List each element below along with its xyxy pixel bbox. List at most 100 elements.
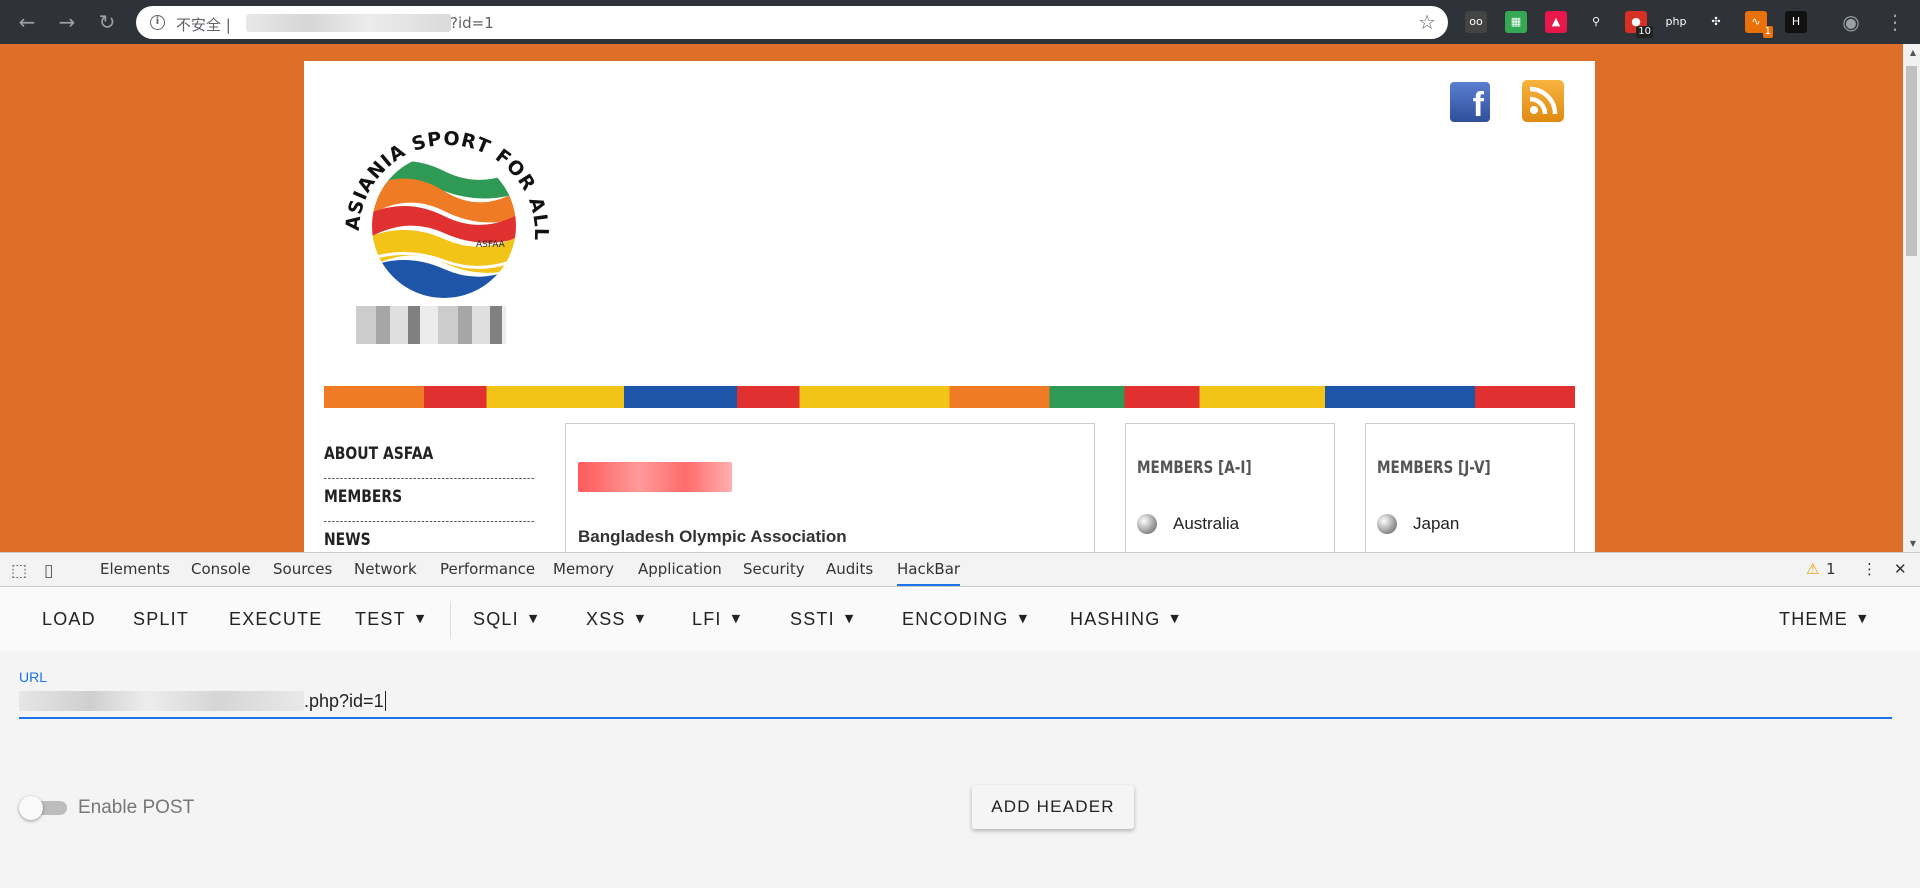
members-j-v-title: MEMBERS [J-V]	[1377, 458, 1491, 478]
tab-sources[interactable]: Sources	[273, 553, 332, 586]
member-australia-link[interactable]: Australia	[1173, 514, 1239, 534]
extension-proxy-icon[interactable]: ∿ 1	[1745, 11, 1773, 38]
caret-down-icon: ▼	[844, 612, 855, 625]
extension-cookie-icon[interactable]: ● 10	[1625, 11, 1653, 38]
tab-application[interactable]: Application	[638, 553, 722, 586]
globe-icon	[1137, 514, 1157, 534]
page-scrollbar[interactable]: ▲ ▼	[1903, 44, 1920, 552]
bookmark-star-icon[interactable]: ☆	[1418, 10, 1436, 34]
device-toggle-icon[interactable]: ▯	[44, 561, 53, 581]
nav-news-link[interactable]: NEWS	[324, 522, 534, 552]
members-j-v-panel: MEMBERS [J-V] Japan	[1365, 423, 1575, 552]
toggle-knob[interactable]	[19, 796, 43, 820]
caret-down-icon: ▼	[1018, 612, 1029, 625]
devtools-tabbar: ⬚ ▯ Elements Console Sources Network Perform…	[0, 553, 1920, 587]
execute-button[interactable]: EXECUTE	[229, 609, 322, 630]
rss-icon[interactable]	[1522, 80, 1564, 122]
info-icon[interactable]: i	[150, 15, 165, 30]
url-value-text[interactable]: .php?id=1	[304, 691, 386, 712]
theme-menu-button[interactable]: THEME ▼	[1779, 609, 1868, 630]
test-menu-label: TEST	[355, 609, 406, 629]
caret-down-icon: ▼	[635, 612, 646, 625]
sqli-menu-button[interactable]: SQLI ▼	[473, 609, 539, 630]
text-cursor	[384, 691, 386, 711]
enable-post-label[interactable]: Enable POST	[78, 797, 194, 819]
warning-icon[interactable]: ⚠	[1806, 553, 1819, 586]
browser-toolbar: ← → ↻ i 不安全 | ?id=1 ☆ oo ▦ ▲ ⚲ ● 10 php ✣ ∿ 1 H ◉ …	[0, 0, 1920, 44]
url-input[interactable]: .php?id=1	[19, 687, 1892, 719]
devtools-menu-icon[interactable]: ⋮	[1862, 553, 1877, 586]
extension-php-icon[interactable]: php	[1665, 11, 1687, 33]
news-title-redacted	[578, 462, 732, 492]
caret-down-icon: ▼	[1170, 612, 1181, 625]
encoding-menu-label: ENCODING	[902, 609, 1009, 629]
caret-down-icon: ▼	[1858, 612, 1868, 625]
devtools-close-icon[interactable]: ✕	[1894, 553, 1907, 586]
tab-performance[interactable]: Performance	[440, 553, 535, 586]
extension-h-icon[interactable]: H	[1785, 11, 1807, 33]
insecure-label: 不安全 |	[176, 16, 231, 34]
enable-post-toggle[interactable]	[19, 796, 69, 820]
url-text[interactable]: ?id=1	[450, 14, 494, 32]
tab-elements[interactable]: Elements	[100, 553, 170, 586]
extension-pin-icon[interactable]: ⚲	[1585, 11, 1607, 33]
globe-icon	[1377, 514, 1397, 534]
lfi-menu-button[interactable]: LFI ▼	[692, 609, 741, 630]
tab-memory[interactable]: Memory	[553, 553, 614, 586]
extension-sheet-icon[interactable]: ▦	[1505, 11, 1527, 33]
news-panel: Bangladesh Olympic Association	[565, 423, 1095, 552]
caret-down-icon: ▼	[528, 612, 539, 625]
warning-count[interactable]: 1	[1826, 553, 1836, 586]
inspect-element-icon[interactable]: ⬚	[11, 561, 27, 581]
menu-dots-icon[interactable]: ⋮	[1882, 9, 1908, 35]
split-button[interactable]: SPLIT	[133, 609, 189, 630]
url-value-redacted	[19, 691, 304, 711]
facebook-icon[interactable]: f	[1450, 82, 1490, 124]
extension-glasses-icon[interactable]: oo	[1465, 11, 1487, 33]
tab-audits[interactable]: Audits	[826, 553, 873, 586]
extension-proxy-badge: 1	[1762, 26, 1773, 38]
news-subtitle[interactable]: Bangladesh Olympic Association	[578, 527, 847, 547]
back-arrow-icon[interactable]: ←	[14, 9, 40, 35]
url-value-tail: .php?id=1	[304, 691, 384, 711]
color-banner	[324, 386, 1575, 408]
load-button[interactable]: LOAD	[42, 609, 96, 630]
encoding-menu-button[interactable]: ENCODING ▼	[902, 609, 1028, 630]
nav-members-link[interactable]: MEMBERS	[324, 479, 534, 522]
xss-menu-label: XSS	[586, 609, 626, 629]
nav-about-link[interactable]: ABOUT ASFAA	[324, 436, 534, 479]
test-menu-button[interactable]: TEST ▼	[355, 609, 425, 630]
devtools-panel: ⬚ ▯ Elements Console Sources Network Perform…	[0, 552, 1920, 888]
members-a-i-title: MEMBERS [A-I]	[1137, 458, 1252, 478]
reload-icon[interactable]: ↻	[94, 9, 120, 35]
address-bar[interactable]: i 不安全 | ?id=1 ☆	[136, 6, 1448, 39]
extension-cookie-badge: 10	[1636, 26, 1653, 38]
page-viewport: ASIANIA SPORT FOR ALL ASSOCIATION ASFAA …	[0, 44, 1920, 552]
forward-arrow-icon[interactable]: →	[54, 9, 80, 35]
add-header-button[interactable]: ADD HEADER	[972, 785, 1134, 829]
tab-security[interactable]: Security	[743, 553, 805, 586]
caret-down-icon: ▼	[415, 612, 426, 625]
tab-network[interactable]: Network	[354, 553, 417, 586]
tab-console[interactable]: Console	[191, 553, 251, 586]
ssti-menu-label: SSTI	[790, 609, 835, 629]
tab-hackbar[interactable]: HackBar	[897, 553, 961, 586]
extension-puzzle-icon[interactable]: ✣	[1705, 11, 1727, 33]
profile-icon[interactable]: ◉	[1838, 9, 1864, 35]
menu-divider	[450, 601, 451, 639]
logo-caption-redacted	[356, 306, 506, 344]
scroll-up-icon[interactable]: ▲	[1910, 48, 1916, 57]
hashing-menu-button[interactable]: HASHING ▼	[1070, 609, 1180, 630]
extension-arrow-icon[interactable]: ▲	[1545, 11, 1567, 33]
asfaa-logo: ASIANIA SPORT FOR ALL ASSOCIATION ASFAA	[334, 111, 551, 298]
scrollbar-thumb[interactable]	[1906, 66, 1917, 256]
scroll-down-icon[interactable]: ▼	[1910, 539, 1916, 548]
ssti-menu-button[interactable]: SSTI ▼	[790, 609, 854, 630]
site-content: ASIANIA SPORT FOR ALL ASSOCIATION ASFAA …	[304, 61, 1595, 552]
url-redacted	[246, 14, 451, 32]
lfi-menu-label: LFI	[692, 609, 722, 629]
xss-menu-button[interactable]: XSS ▼	[586, 609, 645, 630]
url-field-label: URL	[19, 669, 48, 685]
member-japan-link[interactable]: Japan	[1413, 514, 1459, 534]
members-a-i-panel: MEMBERS [A-I] Australia	[1125, 423, 1335, 552]
